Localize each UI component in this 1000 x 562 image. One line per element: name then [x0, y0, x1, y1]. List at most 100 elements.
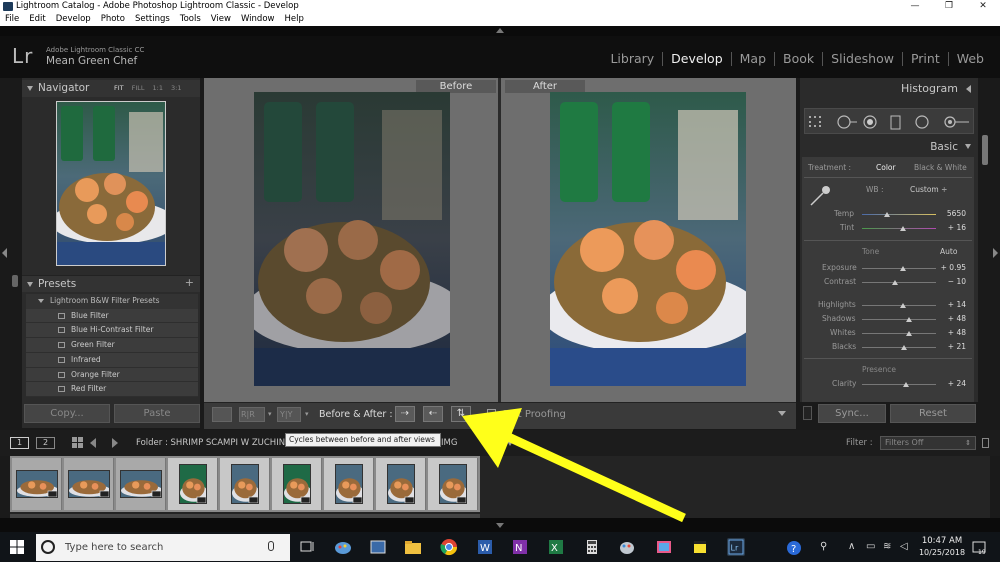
left-panel-toggle-icon[interactable] — [2, 248, 7, 258]
tint-value[interactable]: + 16 — [930, 223, 966, 233]
zoom-3-1[interactable]: 3:1 — [167, 80, 185, 97]
filmstrip-thumbnail[interactable] — [335, 464, 363, 504]
battery-icon[interactable]: ▭ — [866, 540, 875, 554]
sync-button[interactable]: Sync... — [818, 404, 886, 423]
module-print[interactable]: Print — [901, 52, 948, 66]
crop-icon[interactable] — [808, 115, 826, 127]
close-icon[interactable]: ✕ — [966, 0, 1000, 13]
module-slideshow[interactable]: Slideshow — [822, 52, 902, 66]
whites-slider-knob[interactable] — [906, 331, 913, 336]
module-library[interactable]: Library — [602, 52, 662, 66]
copy-before-to-after-button[interactable]: ⇢ — [395, 406, 415, 422]
radial-filter-icon[interactable] — [914, 115, 930, 129]
maximize-icon[interactable]: ❐ — [932, 0, 966, 13]
exposure-value[interactable]: + 0.95 — [930, 263, 966, 273]
menu-settings[interactable]: Settings — [130, 13, 175, 26]
add-preset-button[interactable]: + — [185, 276, 194, 290]
zoom-fill[interactable]: FILL — [128, 80, 149, 97]
word-icon[interactable]: W — [476, 538, 494, 556]
taskbar-time[interactable]: 10:47 AM — [920, 536, 964, 546]
show-hidden-icons[interactable]: ∧ — [848, 540, 855, 554]
menu-help[interactable]: Help — [279, 13, 308, 26]
grid-view-icon[interactable] — [72, 437, 83, 448]
contrast-slider[interactable] — [862, 282, 936, 283]
action-center-icon[interactable]: 19 — [972, 540, 986, 556]
top-panel-toggle[interactable] — [0, 26, 1000, 36]
contrast-value[interactable]: − 10 — [930, 277, 966, 287]
paste-settings-button[interactable]: Paste — [114, 404, 200, 423]
highlights-slider-knob[interactable] — [899, 303, 906, 308]
shadows-slider-knob[interactable] — [906, 317, 913, 322]
filmstrip-source[interactable]: Folder : SHRIMP SCAMPI W ZUCHINI — [136, 438, 288, 449]
excel-icon[interactable]: X — [547, 538, 565, 556]
tone-auto-button[interactable]: Auto — [940, 247, 957, 257]
people-icon[interactable]: ⚲ — [820, 540, 827, 554]
filmstrip-thumbnail[interactable] — [68, 470, 110, 498]
whites-value[interactable]: + 48 — [930, 328, 966, 338]
task-view-icon[interactable] — [298, 538, 316, 556]
preset-item[interactable]: Orange Filter — [26, 367, 198, 383]
dropdown-caret-icon[interactable]: ▾ — [305, 409, 309, 419]
filmstrip-thumbnail[interactable] — [231, 464, 259, 504]
sticky-notes-icon[interactable] — [691, 538, 709, 556]
minimize-icon[interactable]: — — [898, 0, 932, 13]
temp-slider-knob[interactable] — [884, 212, 891, 217]
navigator-preview[interactable] — [56, 101, 166, 266]
snipping-tool-icon[interactable] — [369, 538, 387, 556]
graduated-filter-icon[interactable] — [890, 115, 902, 131]
preset-item[interactable]: Infrared — [26, 352, 198, 368]
filmstrip-thumbnail[interactable] — [16, 470, 58, 498]
spot-removal-icon[interactable] — [836, 115, 858, 129]
toolbar-menu-icon[interactable] — [778, 411, 786, 416]
contrast-slider-knob[interactable] — [892, 280, 899, 285]
chrome-icon[interactable] — [440, 538, 458, 556]
blacks-slider[interactable] — [862, 347, 936, 348]
photos-icon[interactable] — [655, 538, 673, 556]
filter-dropdown[interactable]: Filters Off ⇕ — [880, 436, 976, 450]
shadows-value[interactable]: + 48 — [930, 314, 966, 324]
shadows-slider[interactable] — [862, 319, 936, 320]
temp-value[interactable]: 5650 — [930, 209, 966, 219]
back-arrow-icon[interactable] — [90, 438, 96, 448]
lightroom-taskbar-icon[interactable]: Lr — [727, 538, 745, 556]
presets-header[interactable]: Presets — [22, 275, 200, 292]
taskbar-date[interactable]: 10/25/2018 — [918, 548, 966, 558]
left-panel-scrollbar[interactable] — [12, 275, 18, 287]
before-photo[interactable] — [254, 92, 450, 386]
filter-lock-icon[interactable] — [982, 438, 989, 448]
treatment-bw-option[interactable]: Black & White — [914, 163, 967, 173]
calculator-icon[interactable] — [583, 538, 601, 556]
paint-app-icon[interactable] — [334, 538, 352, 556]
temp-slider[interactable] — [862, 214, 936, 215]
treatment-color-option[interactable]: Color — [876, 163, 896, 173]
menu-window[interactable]: Window — [236, 13, 280, 26]
menu-tools[interactable]: Tools — [175, 13, 206, 26]
after-photo[interactable] — [550, 92, 746, 386]
auto-sync-toggle[interactable] — [803, 406, 812, 420]
volume-icon[interactable]: ◁ — [900, 540, 908, 554]
copy-settings-button[interactable]: Copy... — [24, 404, 110, 423]
clarity-value[interactable]: + 24 — [930, 379, 966, 389]
highlights-value[interactable]: + 14 — [930, 300, 966, 310]
filmstrip-thumbnail[interactable] — [387, 464, 415, 504]
menu-develop[interactable]: Develop — [51, 13, 96, 26]
filmstrip-thumbnail[interactable] — [179, 464, 207, 504]
onenote-icon[interactable]: N — [511, 538, 529, 556]
menu-file[interactable]: File — [0, 13, 24, 26]
filmstrip-thumbnail[interactable] — [283, 464, 311, 504]
blacks-value[interactable]: + 21 — [930, 342, 966, 352]
filmstrip-thumbnail[interactable] — [120, 470, 162, 498]
reset-button[interactable]: Reset — [890, 404, 976, 423]
windows-start-icon[interactable] — [10, 540, 24, 554]
wb-dropdown[interactable]: Custom ÷ — [910, 185, 947, 195]
basic-panel-header[interactable]: Basic — [800, 140, 978, 154]
help-icon[interactable]: ? — [786, 540, 802, 561]
clarity-slider-knob[interactable] — [902, 382, 909, 387]
clarity-slider[interactable] — [862, 384, 936, 385]
dropdown-caret-icon[interactable]: ▾ — [268, 409, 272, 419]
blacks-slider-knob[interactable] — [901, 345, 908, 350]
zoom-1-1[interactable]: 1:1 — [149, 80, 167, 97]
file-explorer-icon[interactable] — [404, 538, 422, 556]
whites-slider[interactable] — [862, 333, 936, 334]
forward-arrow-icon[interactable] — [112, 438, 118, 448]
